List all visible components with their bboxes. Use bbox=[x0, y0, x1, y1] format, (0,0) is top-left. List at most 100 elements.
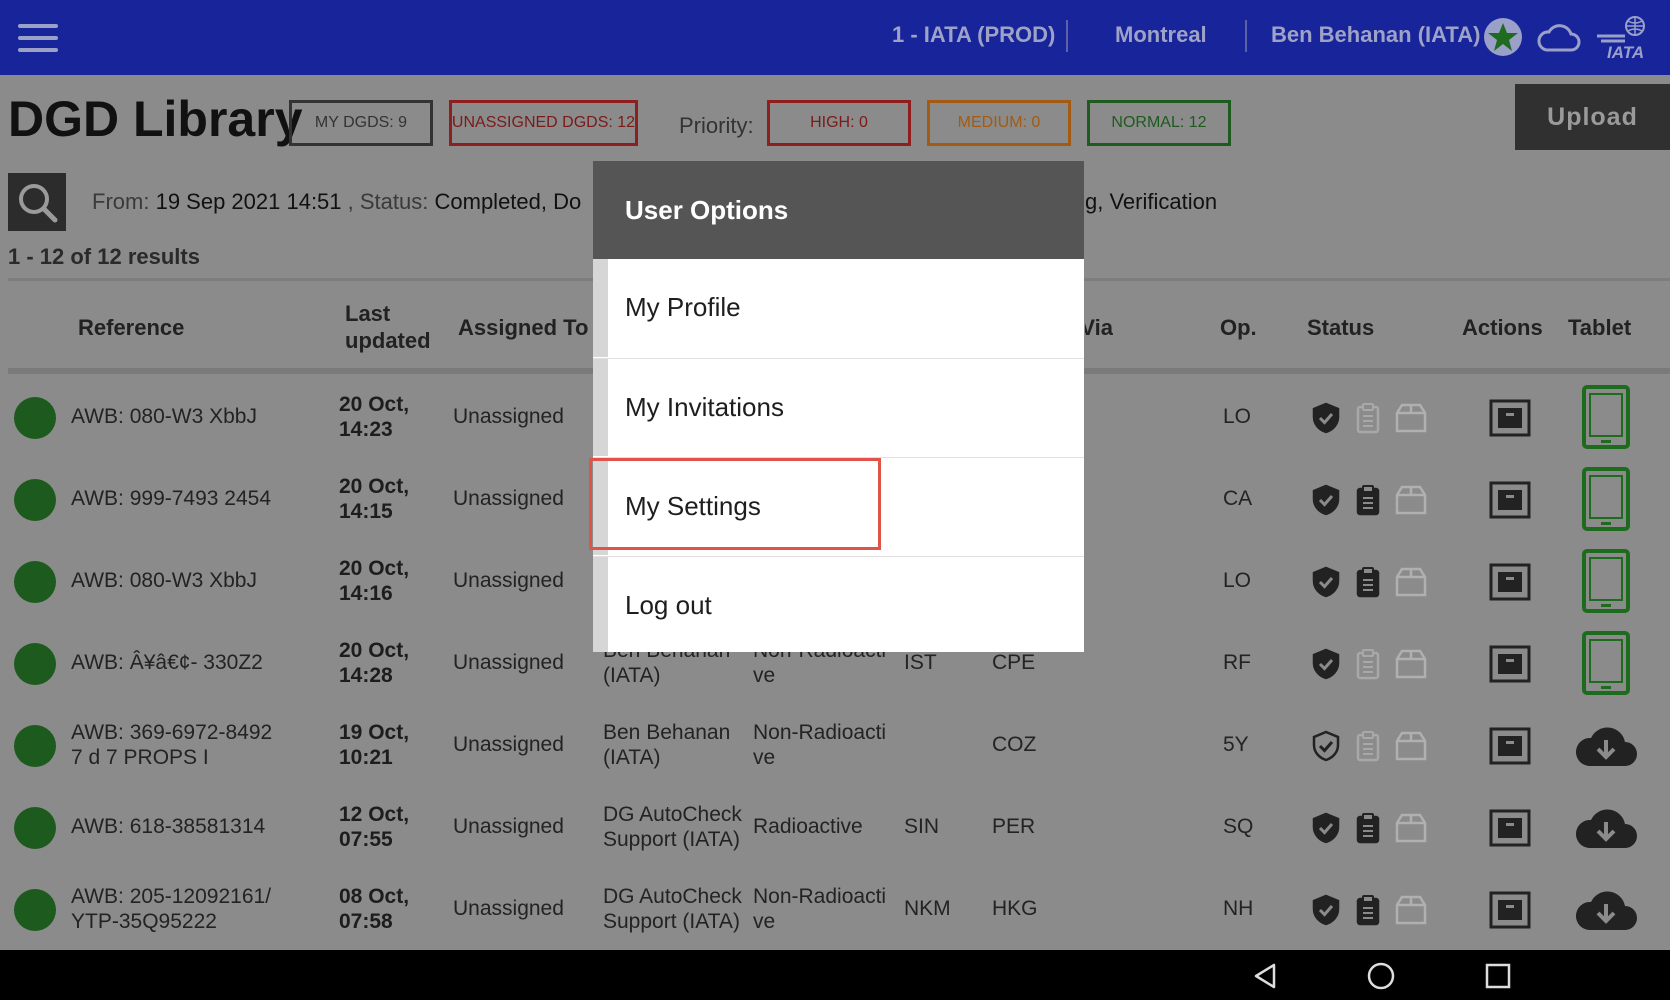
package-icon[interactable] bbox=[1393, 483, 1429, 522]
clipboard-icon[interactable] bbox=[1353, 647, 1383, 686]
menu-item-my-profile[interactable]: My Profile bbox=[593, 259, 1084, 357]
divider bbox=[1245, 20, 1247, 52]
my-dgds-filter[interactable]: MY DGDS: 9 bbox=[289, 100, 433, 146]
cloud-download-icon[interactable] bbox=[1573, 806, 1639, 855]
column-header-op[interactable]: Op. bbox=[1220, 314, 1257, 341]
table-row[interactable]: AWB: 369-6972-8492 7 d 7 PROPS I 19 Oct,… bbox=[8, 705, 1670, 787]
clipboard-icon[interactable] bbox=[1353, 729, 1383, 768]
menu-item-label: My Profile bbox=[625, 292, 741, 322]
shield-check-icon[interactable] bbox=[1309, 565, 1343, 604]
column-header-tablet: Tablet bbox=[1568, 315, 1632, 340]
priority-normal-filter[interactable]: NORMAL: 12 bbox=[1087, 100, 1231, 146]
menu-header: User Options bbox=[593, 161, 1084, 259]
column-header-assigned-to[interactable]: Assigned To bbox=[458, 314, 588, 341]
menu-item-log-out[interactable]: Log out bbox=[593, 556, 1084, 652]
svg-text:IATA: IATA bbox=[1607, 43, 1644, 60]
location-label[interactable]: Montreal bbox=[1115, 22, 1207, 48]
operator-cell: CA bbox=[1223, 487, 1253, 510]
column-header-reference[interactable]: Reference bbox=[78, 314, 184, 341]
star-icon[interactable] bbox=[1483, 17, 1523, 57]
reference-cell[interactable]: AWB: 618-38581314 bbox=[71, 814, 265, 839]
unassigned-dgds-filter[interactable]: UNASSIGNED DGDS: 12 bbox=[449, 100, 638, 146]
cloud-icon[interactable] bbox=[1535, 20, 1581, 54]
shield-check-icon[interactable] bbox=[1309, 401, 1343, 440]
upload-button[interactable]: Upload bbox=[1515, 84, 1670, 150]
table-row[interactable]: AWB: 205-12092161/ YTP-35Q95222 08 Oct, … bbox=[8, 869, 1670, 951]
tablet-icon[interactable] bbox=[1582, 549, 1630, 618]
clipboard-icon[interactable] bbox=[1353, 401, 1383, 440]
cloud-download-icon[interactable] bbox=[1573, 724, 1639, 773]
package-icon[interactable] bbox=[1393, 565, 1429, 604]
package-icon[interactable] bbox=[1393, 893, 1429, 932]
shield-check-icon[interactable] bbox=[1309, 893, 1343, 932]
menu-icon[interactable] bbox=[16, 20, 60, 56]
destination-cell: CPE bbox=[992, 651, 1036, 674]
priority-medium-filter[interactable]: MEDIUM: 0 bbox=[927, 100, 1071, 146]
priority-label: Priority: bbox=[679, 113, 754, 138]
reference-cell[interactable]: AWB: 369-6972-8492 7 d 7 PROPS I bbox=[71, 720, 272, 770]
clipboard-icon[interactable] bbox=[1353, 811, 1383, 850]
package-icon[interactable] bbox=[1393, 401, 1429, 440]
search-button[interactable] bbox=[8, 173, 66, 231]
shield-check-icon[interactable] bbox=[1309, 647, 1343, 686]
shield-check-icon[interactable] bbox=[1309, 811, 1343, 850]
archive-icon[interactable] bbox=[1489, 645, 1531, 688]
column-header-via[interactable]: Via bbox=[1085, 314, 1113, 341]
tablet-icon[interactable] bbox=[1582, 631, 1630, 700]
divider bbox=[1066, 20, 1068, 52]
home-icon[interactable] bbox=[1366, 961, 1396, 991]
clipboard-icon[interactable] bbox=[1353, 565, 1383, 604]
status-dot bbox=[14, 561, 56, 603]
user-cell: Ben Behanan (IATA) bbox=[603, 721, 731, 769]
menu-item-my-invitations[interactable]: My Invitations bbox=[593, 358, 1084, 456]
last-updated-cell: 19 Oct, 10:21 bbox=[339, 721, 410, 769]
column-header-status: Status bbox=[1307, 315, 1375, 340]
reference-cell[interactable]: AWB: 205-12092161/ YTP-35Q95222 bbox=[71, 884, 271, 934]
type-cell: Non-Radioacti ve bbox=[753, 721, 887, 769]
back-icon[interactable] bbox=[1252, 962, 1280, 990]
environment-label: 1 - IATA (PROD) bbox=[892, 22, 1056, 47]
tablet-icon[interactable] bbox=[1582, 467, 1630, 536]
column-header-last-updated[interactable]: Last updated bbox=[345, 300, 431, 354]
system-nav-bar bbox=[0, 950, 1670, 1000]
table-row[interactable]: AWB: 618-38581314 12 Oct, 07:55 Unassign… bbox=[8, 787, 1670, 869]
filter-summary: From: 19 Sep 2021 14:51 , Status: Comple… bbox=[92, 189, 582, 214]
clipboard-icon[interactable] bbox=[1353, 483, 1383, 522]
destination-cell: HKG bbox=[992, 897, 1038, 920]
archive-icon[interactable] bbox=[1489, 563, 1531, 606]
origin-cell: IST bbox=[904, 651, 937, 674]
destination-cell: COZ bbox=[992, 733, 1037, 756]
package-icon[interactable] bbox=[1393, 729, 1429, 768]
shield-check-icon[interactable] bbox=[1309, 483, 1343, 522]
archive-icon[interactable] bbox=[1489, 891, 1531, 934]
package-icon[interactable] bbox=[1393, 647, 1429, 686]
reference-cell[interactable]: AWB: 999-7493 2454 bbox=[71, 486, 271, 511]
shield-check-icon[interactable] bbox=[1309, 729, 1343, 768]
operator-cell: 5Y bbox=[1223, 733, 1249, 756]
results-count: 1 - 12 of 12 results bbox=[8, 244, 200, 269]
status-dot bbox=[14, 643, 56, 685]
cloud-download-icon[interactable] bbox=[1573, 888, 1639, 937]
archive-icon[interactable] bbox=[1489, 809, 1531, 852]
tablet-icon[interactable] bbox=[1582, 385, 1630, 454]
user-cell: DG AutoCheck Support (IATA) bbox=[603, 885, 742, 933]
reference-cell[interactable]: AWB: Â¥â€¢- 330Z2 bbox=[71, 650, 263, 675]
recents-icon[interactable] bbox=[1484, 962, 1512, 990]
package-icon[interactable] bbox=[1393, 811, 1429, 850]
column-header-actions: Actions bbox=[1462, 315, 1543, 340]
operator-cell: RF bbox=[1223, 651, 1251, 674]
reference-cell[interactable]: AWB: 080-W3 XbbJ bbox=[71, 568, 257, 593]
app-header: 1 - IATA (PROD) Montreal Ben Behanan (IA… bbox=[0, 0, 1670, 75]
user-menu[interactable]: Ben Behanan (IATA) bbox=[1271, 22, 1480, 48]
archive-icon[interactable] bbox=[1489, 727, 1531, 770]
iata-logo: IATA bbox=[1597, 16, 1645, 60]
operator-cell: SQ bbox=[1223, 815, 1254, 838]
priority-high-filter[interactable]: HIGH: 0 bbox=[767, 100, 911, 146]
archive-icon[interactable] bbox=[1489, 481, 1531, 524]
operator-cell: LO bbox=[1223, 569, 1252, 592]
clipboard-icon[interactable] bbox=[1353, 893, 1383, 932]
last-updated-cell: 08 Oct, 07:58 bbox=[339, 885, 410, 933]
archive-icon[interactable] bbox=[1489, 399, 1531, 442]
reference-cell[interactable]: AWB: 080-W3 XbbJ bbox=[71, 404, 257, 429]
user-cell: DG AutoCheck Support (IATA) bbox=[603, 803, 742, 851]
